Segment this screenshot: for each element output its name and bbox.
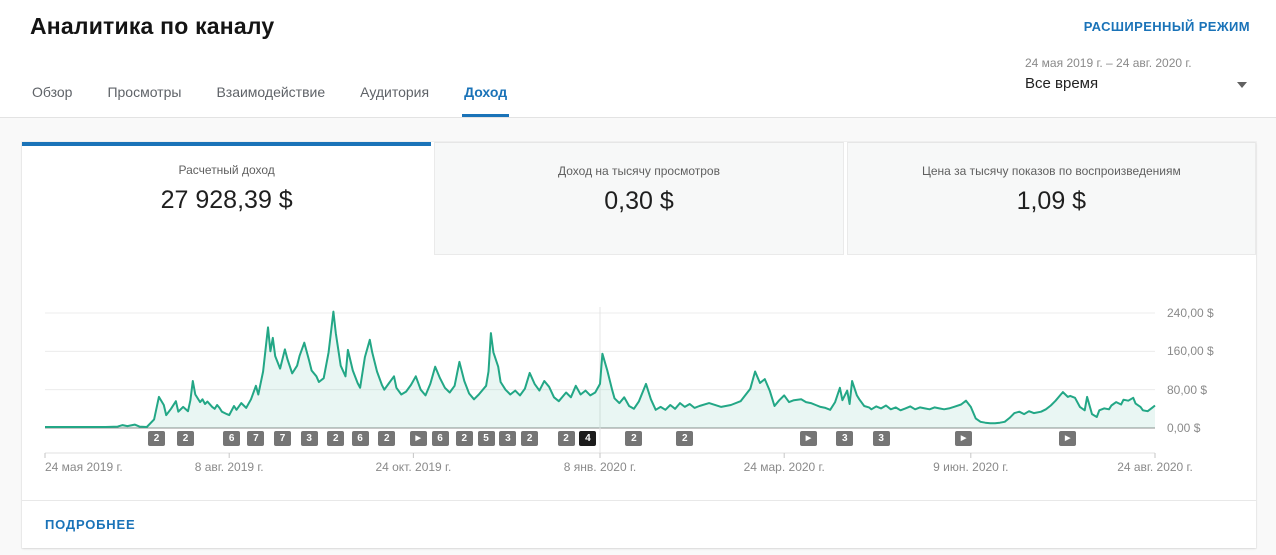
video-marker-count-badge[interactable]: 3 xyxy=(300,431,318,446)
metric-title: Цена за тысячу показов по воспроизведени… xyxy=(921,164,1181,178)
video-marker-count-badge[interactable]: 3 xyxy=(836,431,854,446)
tab-overview[interactable]: Обзор xyxy=(30,84,74,117)
x-axis-label: 24 мая 2019 г. xyxy=(45,460,123,474)
video-marker-play-badge[interactable]: ▶ xyxy=(409,431,427,446)
revenue-card: Расчетный доход 27 928,39 $ Доход на тыс… xyxy=(22,142,1256,548)
video-marker-count-badge[interactable]: 3 xyxy=(499,431,517,446)
video-marker-count-badge[interactable]: 2 xyxy=(557,431,575,446)
video-marker-count-badge[interactable]: 6 xyxy=(223,431,241,446)
video-marker-count-badge[interactable]: 5 xyxy=(477,431,495,446)
video-marker-count-badge[interactable]: 2 xyxy=(327,431,345,446)
x-axis-label: 24 авг. 2020 г. xyxy=(1117,460,1193,474)
y-axis-label: 240,00 $ xyxy=(1167,306,1214,320)
video-marker-count-badge[interactable]: 2 xyxy=(521,431,539,446)
date-range-text: 24 мая 2019 г. – 24 авг. 2020 г. xyxy=(1025,56,1192,70)
see-more-link[interactable]: ПОДРОБНЕЕ xyxy=(45,517,135,532)
metric-estimated-revenue[interactable]: Расчетный доход 27 928,39 $ xyxy=(22,142,432,255)
tab-views[interactable]: Просмотры xyxy=(105,84,183,117)
date-range-selector[interactable]: 24 мая 2019 г. – 24 авг. 2020 г. Все вре… xyxy=(1025,56,1192,92)
video-marker-count-badge[interactable]: 2 xyxy=(378,431,396,446)
metric-tabs: Расчетный доход 27 928,39 $ Доход на тыс… xyxy=(22,142,1256,255)
y-axis-label: 160,00 $ xyxy=(1167,344,1214,359)
video-marker-count-badge[interactable]: 2 xyxy=(455,431,473,446)
metric-value: 0,30 $ xyxy=(604,187,674,215)
tab-audience[interactable]: Аудитория xyxy=(358,84,431,117)
video-marker-play-badge[interactable]: ▶ xyxy=(1059,431,1077,446)
x-axis-label: 8 янв. 2020 г. xyxy=(563,460,637,474)
video-marker-count-badge[interactable]: 6 xyxy=(351,431,369,446)
video-marker-count-badge[interactable]: 7 xyxy=(274,431,291,446)
analytics-header: Аналитика по каналу РАСШИРЕННЫЙ РЕЖИМ Об… xyxy=(0,0,1276,118)
video-marker-count-badge[interactable]: 2 xyxy=(625,431,643,446)
analytics-tabs: Обзор Просмотры Взаимодействие Аудитория… xyxy=(30,84,510,117)
video-marker-count-badge[interactable]: 2 xyxy=(177,431,195,446)
video-marker-count-badge[interactable]: 2 xyxy=(676,431,694,446)
x-axis-label: 8 авг. 2019 г. xyxy=(194,460,264,474)
x-axis-label: 9 июн. 2020 г. xyxy=(933,460,1009,474)
video-marker-count-badge[interactable]: 2 xyxy=(147,431,165,446)
date-range-preset: Все время xyxy=(1025,75,1099,92)
tab-revenue[interactable]: Доход xyxy=(462,84,510,117)
card-footer: ПОДРОБНЕЕ xyxy=(22,500,1256,548)
metric-title: Расчетный доход xyxy=(178,163,275,177)
video-marker-count-badge[interactable]: 6 xyxy=(431,431,449,446)
metric-playback-cpm[interactable]: Цена за тысячу показов по воспроизведени… xyxy=(846,142,1256,255)
video-marker-play-badge[interactable]: ▶ xyxy=(799,431,817,446)
video-marker-count-badge[interactable]: 3 xyxy=(872,431,890,446)
video-marker-count-badge[interactable]: 7 xyxy=(247,431,265,446)
metric-value: 27 928,39 $ xyxy=(160,186,293,214)
chevron-down-icon[interactable] xyxy=(1237,82,1247,88)
metric-rpm[interactable]: Доход на тысячу просмотров 0,30 $ xyxy=(434,142,844,255)
metric-title: Доход на тысячу просмотров xyxy=(558,164,720,178)
revenue-chart[interactable]: 240,00 $ 160,00 $ 80,00 $ 0,00 $ 24 мая 2019… xyxy=(22,255,1256,500)
tab-engagement[interactable]: Взаимодействие xyxy=(214,84,327,117)
video-marker-count-badge[interactable]: 4 xyxy=(579,431,597,446)
page-title: Аналитика по каналу xyxy=(30,13,275,39)
y-axis-label: 0,00 $ xyxy=(1167,421,1201,435)
metric-value: 1,09 $ xyxy=(1016,187,1087,215)
x-axis-label: 24 окт. 2019 г. xyxy=(375,460,452,474)
video-marker-play-badge[interactable]: ▶ xyxy=(955,431,973,446)
advanced-mode-link[interactable]: РАСШИРЕННЫЙ РЕЖИМ xyxy=(1084,19,1250,34)
y-axis-label: 80,00 $ xyxy=(1167,382,1208,397)
x-axis-label: 24 мар. 2020 г. xyxy=(743,460,825,474)
